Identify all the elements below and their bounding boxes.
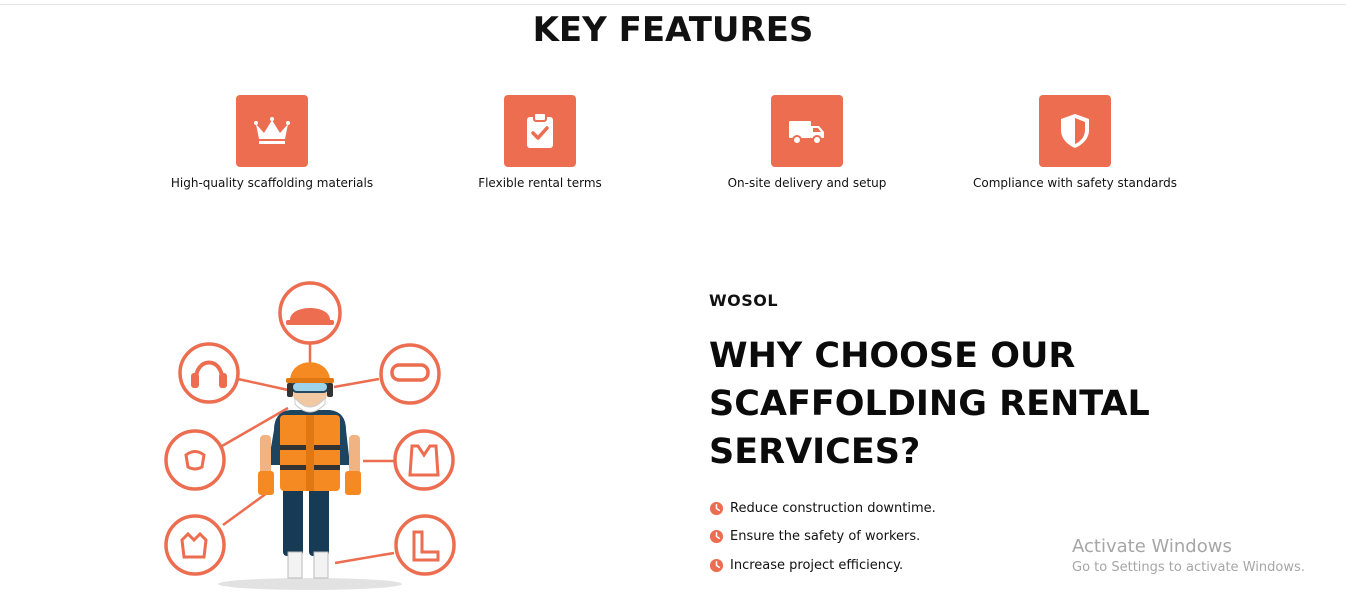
shield-icon bbox=[1039, 95, 1111, 167]
list-item: Increase project efficiency. bbox=[709, 551, 936, 580]
why-choose-headline: WHY CHOOSE OUR SCAFFOLDING RENTAL SERVIC… bbox=[709, 336, 1150, 472]
clock-icon bbox=[709, 501, 724, 515]
feature-item-rental-terms: Flexible rental terms bbox=[410, 95, 670, 190]
benefit-text: Reduce construction downtime. bbox=[730, 500, 936, 516]
feature-label: High-quality scaffolding materials bbox=[170, 176, 374, 190]
feature-item-materials: High-quality scaffolding materials bbox=[142, 95, 402, 190]
feature-label: On-site delivery and setup bbox=[727, 176, 887, 190]
ppe-illustration bbox=[150, 270, 480, 600]
feature-label: Flexible rental terms bbox=[478, 176, 602, 190]
feature-item-delivery: On-site delivery and setup bbox=[677, 95, 937, 190]
feature-item-compliance: Compliance with safety standards bbox=[945, 95, 1205, 190]
clock-icon bbox=[709, 530, 724, 544]
crown-icon bbox=[236, 95, 308, 167]
clock-icon bbox=[709, 558, 724, 572]
feature-label: Compliance with safety standards bbox=[972, 176, 1178, 190]
benefit-text: Increase project efficiency. bbox=[730, 557, 904, 573]
key-features-title: KEY FEATURES bbox=[532, 10, 814, 50]
clipboard-check-icon bbox=[504, 95, 576, 167]
watermark-subtitle: Go to Settings to activate Windows. bbox=[1072, 560, 1305, 575]
activate-windows-watermark: Activate Windows Go to Settings to activ… bbox=[1072, 536, 1305, 575]
watermark-title: Activate Windows bbox=[1072, 536, 1232, 557]
benefit-text: Ensure the safety of workers. bbox=[730, 529, 921, 545]
list-item: Ensure the safety of workers. bbox=[709, 523, 936, 552]
list-item: Reduce construction downtime. bbox=[709, 494, 936, 523]
top-divider bbox=[0, 4, 1346, 5]
benefits-list: Reduce construction downtime. Ensure the… bbox=[709, 494, 936, 580]
brand-label: WOSOL bbox=[709, 291, 779, 310]
delivery-truck-icon bbox=[771, 95, 843, 167]
